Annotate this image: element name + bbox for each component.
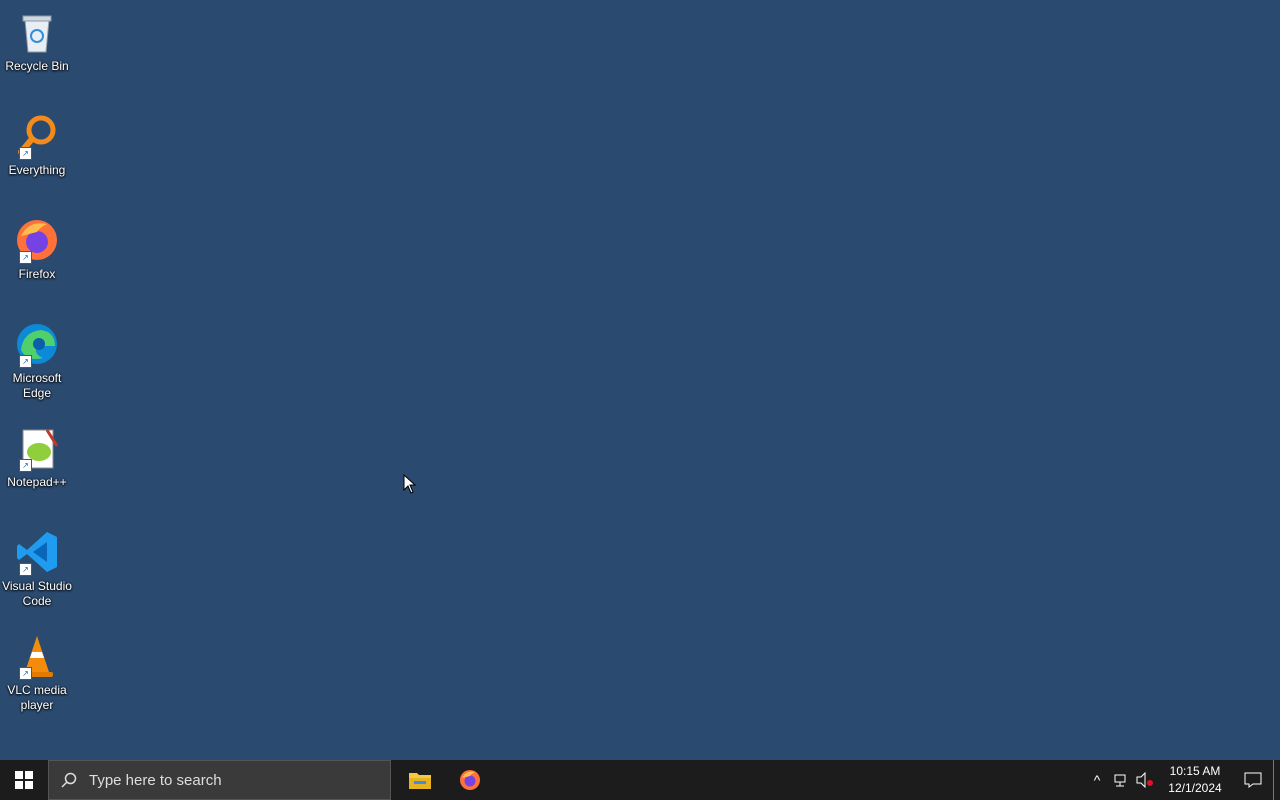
recycle-bin-icon [13,8,61,56]
taskbar-search-box[interactable]: Type here to search [48,760,391,800]
desktop-icon-label: Everything [8,163,66,177]
search-placeholder: Type here to search [89,771,222,789]
desktop-icon-label: Microsoft Edge [12,371,62,400]
desktop-icon-recycle-bin[interactable]: Recycle Bin [0,8,74,74]
desktop-icon-notepad-plus-plus[interactable]: ↗ Notepad++ [0,424,74,490]
chevron-up-icon[interactable]: ^ [1085,760,1109,800]
mouse-cursor-icon [403,474,417,494]
taskbar-clock[interactable]: 10:15 AM 12/1/2024 [1163,763,1227,797]
shortcut-arrow-icon: ↗ [19,355,32,368]
shortcut-arrow-icon: ↗ [19,563,32,576]
system-tray: ^ 10:15 AM 12/1/2024 [1085,760,1280,800]
network-icon[interactable] [1109,760,1133,800]
desktop-icon-vlc[interactable]: ↗ VLC media player [0,632,74,713]
desktop-icon-label: Visual Studio Code [2,579,72,608]
volume-muted-icon[interactable] [1133,760,1157,800]
shortcut-arrow-icon: ↗ [19,147,32,160]
desktop-icon-label: Firefox [18,267,56,281]
desktop-icon-firefox[interactable]: ↗ Firefox [0,216,74,282]
desktop-wallpaper [0,0,1280,760]
everything-search-icon: ↗ [13,112,61,160]
desktop-icon-microsoft-edge[interactable]: ↗ Microsoft Edge [0,320,74,401]
windows-logo-icon [15,771,33,789]
notepad-plus-plus-icon: ↗ [13,424,61,472]
desktop-icon-visual-studio-code[interactable]: ↗ Visual Studio Code [0,528,74,609]
firefox-icon [460,770,480,790]
desktop-icon-label: Notepad++ [7,475,67,489]
shortcut-arrow-icon: ↗ [19,459,32,472]
vlc-icon: ↗ [13,632,61,680]
clock-date: 12/1/2024 [1168,781,1222,795]
vscode-icon: ↗ [13,528,61,576]
action-center-icon [1244,772,1262,788]
firefox-icon: ↗ [13,216,61,264]
search-icon [61,772,77,788]
taskbar-file-explorer[interactable] [395,760,445,800]
file-explorer-icon [409,773,431,789]
edge-icon: ↗ [13,320,61,368]
taskbar: Type here to search ^ 10:15 AM 12/1/2024 [0,760,1280,800]
taskbar-firefox[interactable] [445,760,495,800]
shortcut-arrow-icon: ↗ [19,251,32,264]
shortcut-arrow-icon: ↗ [19,667,32,680]
desktop-icon-label: Recycle Bin [5,59,69,73]
show-desktop-button[interactable] [1273,760,1280,800]
desktop-icon-label: VLC media player [7,683,67,712]
notifications-button[interactable] [1233,760,1273,800]
start-button[interactable] [0,760,48,800]
clock-time: 10:15 AM [1169,764,1221,778]
desktop-icon-everything[interactable]: ↗ Everything [0,112,74,178]
